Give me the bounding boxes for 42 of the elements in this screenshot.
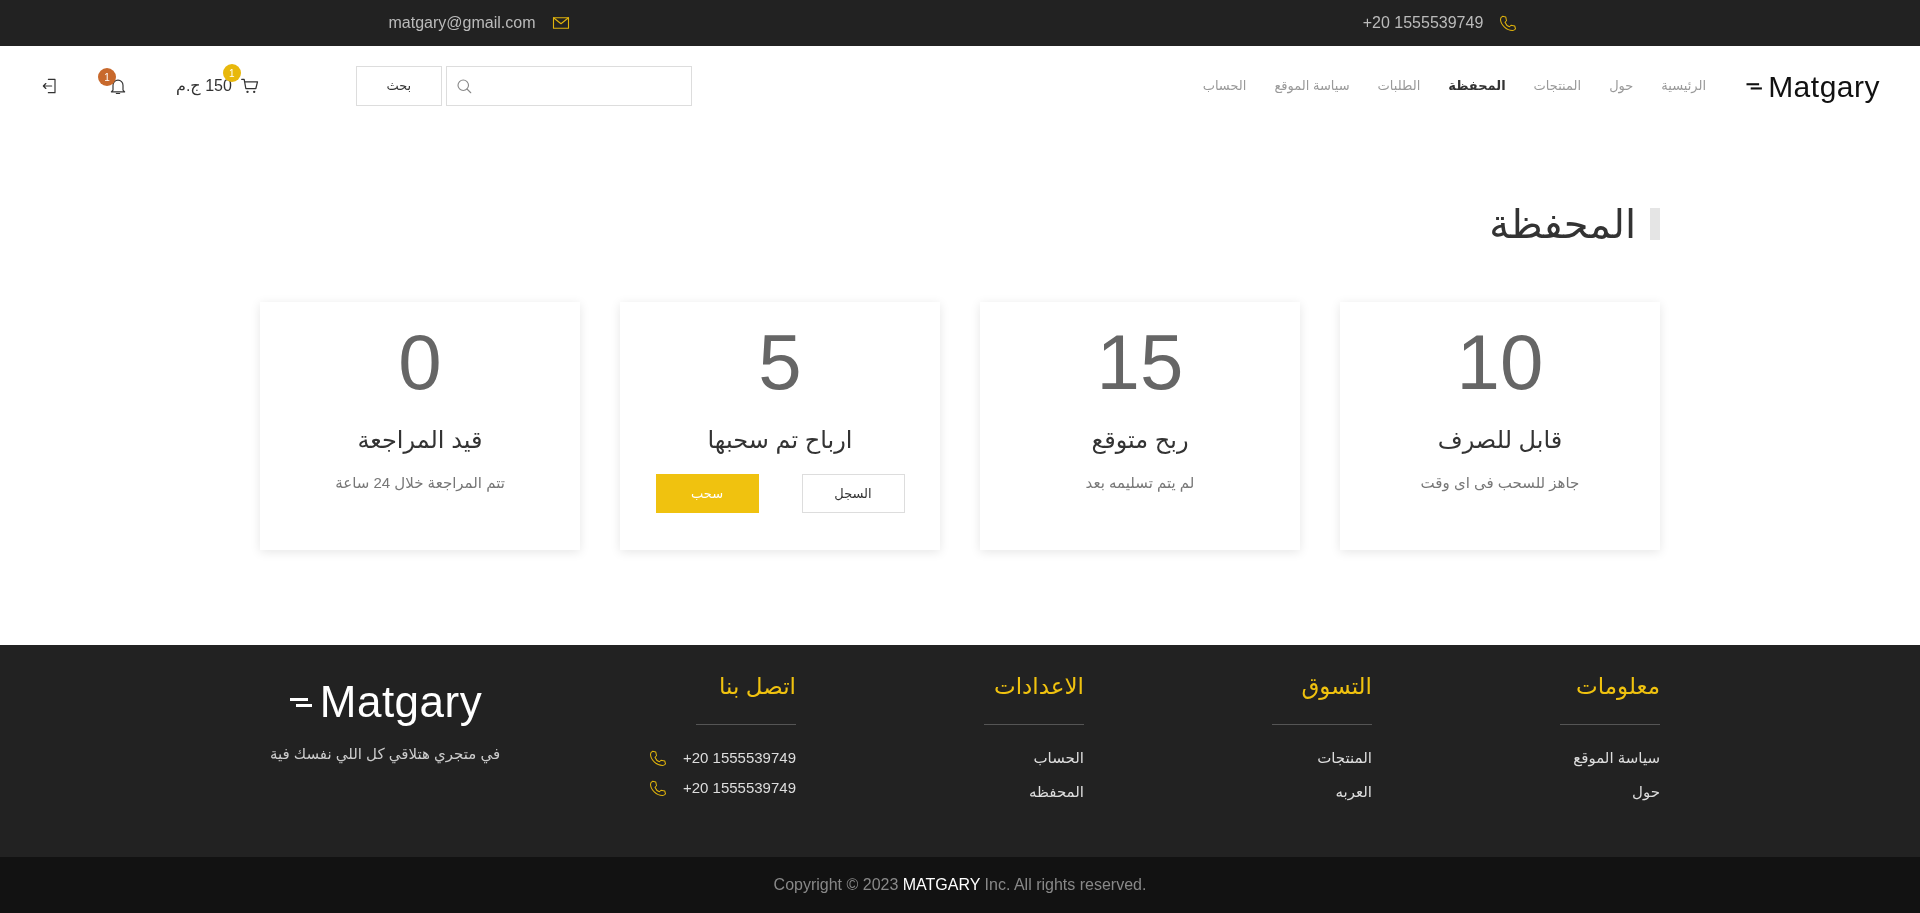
phone-icon bbox=[648, 748, 667, 767]
search-button[interactable]: بحث bbox=[355, 66, 442, 106]
stat-title: ربح متوقع bbox=[1090, 424, 1190, 456]
search-field[interactable] bbox=[445, 66, 692, 106]
stat-value: 0 bbox=[397, 320, 443, 406]
title-accent-bar bbox=[1650, 208, 1660, 240]
mail-icon bbox=[551, 14, 572, 32]
footer-link[interactable]: المحفظه bbox=[796, 781, 1084, 804]
page-title: المحفظة bbox=[1489, 201, 1636, 248]
footer-link[interactable]: حول bbox=[1372, 781, 1660, 804]
phone-number: +20 1555539749 bbox=[682, 778, 796, 798]
phone-icon bbox=[648, 779, 667, 798]
footer-heading: معلومات bbox=[1575, 672, 1660, 702]
logo[interactable]: Matgary bbox=[1744, 63, 1880, 109]
footer-link[interactable]: الحساب bbox=[796, 746, 1084, 769]
email-address: matgary@gmail.com bbox=[388, 13, 536, 33]
notification-badge: 1 bbox=[98, 68, 116, 86]
stat-value: 5 bbox=[757, 320, 803, 406]
cart-icon[interactable] bbox=[239, 76, 260, 96]
stat-subtitle: تتم المراجعة خلال 24 ساعة bbox=[334, 472, 506, 494]
search-icon bbox=[454, 77, 473, 95]
copyright-text: Copyright © 2023 MATGARY Inc. All rights reserved. bbox=[773, 875, 1147, 895]
footer-link[interactable]: العربه bbox=[1084, 781, 1372, 804]
footer-link[interactable]: سياسة الموقع bbox=[1372, 746, 1660, 769]
footer-heading: اتصل بنا bbox=[718, 672, 796, 701]
history-button[interactable]: السجل bbox=[801, 473, 905, 513]
logo[interactable]: Matgary bbox=[287, 669, 483, 735]
stat-title: قابل للصرف bbox=[1436, 424, 1564, 456]
stat-value: 15 bbox=[1095, 320, 1185, 406]
phone-number: +20 1555539749 bbox=[682, 747, 796, 768]
stat-subtitle: جاهز للسحب فى اى وقت bbox=[1419, 472, 1581, 494]
phone-icon bbox=[1499, 14, 1518, 32]
nav-link[interactable]: المحفظة bbox=[1434, 76, 1520, 96]
stat-value: 10 bbox=[1455, 320, 1545, 406]
footer-heading: الاعدادات bbox=[993, 672, 1084, 701]
footer-link[interactable]: المنتجات bbox=[1084, 746, 1372, 769]
stat-subtitle: لم يتم تسليمه بعد bbox=[1084, 472, 1196, 494]
tagline: في متجري هتلاقي كل اللي نفسك فية bbox=[268, 744, 502, 766]
footer-heading: التسوق bbox=[1300, 672, 1372, 702]
phone-number: +20 1555539749 bbox=[1362, 13, 1484, 33]
stat-title: ارباح تم سحبها bbox=[706, 424, 854, 456]
stat-title: قيد المراجعة bbox=[356, 424, 484, 456]
